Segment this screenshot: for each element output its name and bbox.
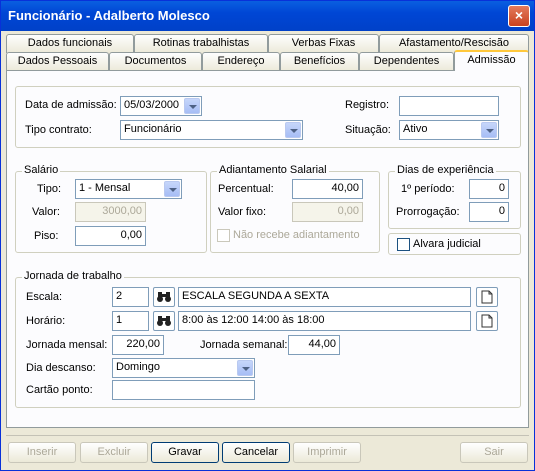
status-select[interactable]: Ativo [399,120,499,140]
chevron-down-icon[interactable] [285,122,301,138]
document-icon [481,290,493,304]
tab-beneficios[interactable]: Benefícios [280,52,359,71]
advance-group-title: Adiantamento Salarial [217,164,329,176]
workday-group-title: Jornada de trabalho [22,270,124,282]
no-advance-checkbox[interactable] [217,229,230,242]
advance-fixed-input: 0,00 [292,202,363,222]
chevron-down-icon[interactable] [184,98,200,114]
chevron-down-icon[interactable] [481,122,497,138]
tab-rotinas-trabalhistas[interactable]: Rotinas trabalhistas [134,34,268,53]
tab-dados-funcionais[interactable]: Dados funcionais [6,34,134,53]
admissao-panel: Data de admissão: 05/03/2000 Tipo contra… [6,70,529,428]
monthly-hours-input[interactable]: 220,00 [112,335,164,355]
delete-button[interactable]: Excluir [80,442,148,463]
footer-divider [6,435,529,436]
advance-percent-input[interactable]: 40,00 [292,179,363,199]
schedule-detail-button[interactable] [476,287,498,307]
trial-period-group-title: Dias de experiência [395,164,496,176]
time-card-label: Cartão ponto: [26,384,93,396]
advance-percent-label: Percentual: [218,183,274,195]
court-order-label: Alvara judicial [413,238,481,250]
hours-description-field: 8:00 às 12:00 14:00 às 18:00 [178,311,471,331]
window-title: Funcionário - Adalberto Molesco [8,8,210,23]
salary-group-title: Salário [22,164,61,176]
admission-date-picker[interactable]: 05/03/2000 [120,96,202,116]
hours-search-button[interactable] [153,311,175,331]
binoculars-icon [157,292,171,302]
status-value: Ativo [403,123,428,135]
registration-label: Registro: [345,99,390,111]
hours-code-input[interactable]: 1 [112,311,149,331]
salary-value-input: 3000,00 [75,202,146,222]
salary-floor-label: Piso: [34,230,59,242]
registration-input[interactable] [399,96,499,116]
rest-day-select[interactable]: Domingo [112,358,255,378]
tab-documentos[interactable]: Documentos [109,52,202,71]
rest-day-value: Domingo [116,361,161,373]
schedule-description-field: ESCALA SEGUNDA A SEXTA [178,287,471,307]
save-button[interactable]: Gravar [151,442,219,463]
cancel-button[interactable]: Cancelar [222,442,290,463]
binoculars-icon [157,316,171,326]
time-card-input[interactable] [112,380,255,400]
salary-type-value: 1 - Mensal [79,182,131,194]
salary-floor-input[interactable]: 0,00 [75,226,146,246]
admission-date-label: Data de admissão: [25,99,117,111]
insert-button[interactable]: Inserir [8,442,76,463]
monthly-hours-label: Jornada mensal: [26,339,108,351]
chevron-down-icon[interactable] [237,360,253,376]
hours-detail-button[interactable] [476,311,498,331]
tab-dependentes[interactable]: Dependentes [359,52,454,71]
title-bar: Funcionário - Adalberto Molesco × [1,1,534,31]
schedule-search-button[interactable] [153,287,175,307]
employee-window: Funcionário - Adalberto Molesco × Dados … [0,0,535,471]
salary-type-select[interactable]: 1 - Mensal [75,179,182,199]
weekly-hours-label: Jornada semanal: [200,339,288,351]
admission-date-value: 05/03/2000 [124,99,180,111]
weekly-hours-input[interactable]: 44,00 [288,335,340,355]
hours-label: Horário: [26,315,66,327]
contract-type-select[interactable]: Funcionário [120,120,303,140]
schedule-label: Escala: [26,291,63,303]
tab-endereco[interactable]: Endereço [202,52,280,71]
chevron-down-icon[interactable] [164,181,180,197]
status-label: Situação: [345,124,391,136]
advance-fixed-label: Valor fixo: [218,206,267,218]
contract-type-label: Tipo contrato: [25,124,92,136]
first-period-input[interactable]: 0 [469,179,509,199]
tab-dados-pessoais[interactable]: Dados Pessoais [6,52,109,71]
exit-button[interactable]: Sair [460,442,528,463]
extension-label: Prorrogação: [396,206,460,218]
contract-type-value: Funcionário [124,123,182,135]
rest-day-label: Dia descanso: [26,362,96,374]
tab-verbas-fixas[interactable]: Verbas Fixas [268,34,379,53]
tab-admissao[interactable]: Admissão [454,50,529,71]
extension-input[interactable]: 0 [469,202,509,222]
court-order-checkbox[interactable] [397,238,410,251]
document-icon [481,314,493,328]
no-advance-label: Não recebe adiantamento [233,229,360,241]
print-button[interactable]: Imprimir [293,442,361,463]
salary-type-label: Tipo: [37,183,62,195]
schedule-code-input[interactable]: 2 [112,287,149,307]
salary-value-label: Valor: [32,206,60,218]
close-button[interactable]: × [508,5,530,27]
first-period-label: 1º período: [401,183,455,195]
